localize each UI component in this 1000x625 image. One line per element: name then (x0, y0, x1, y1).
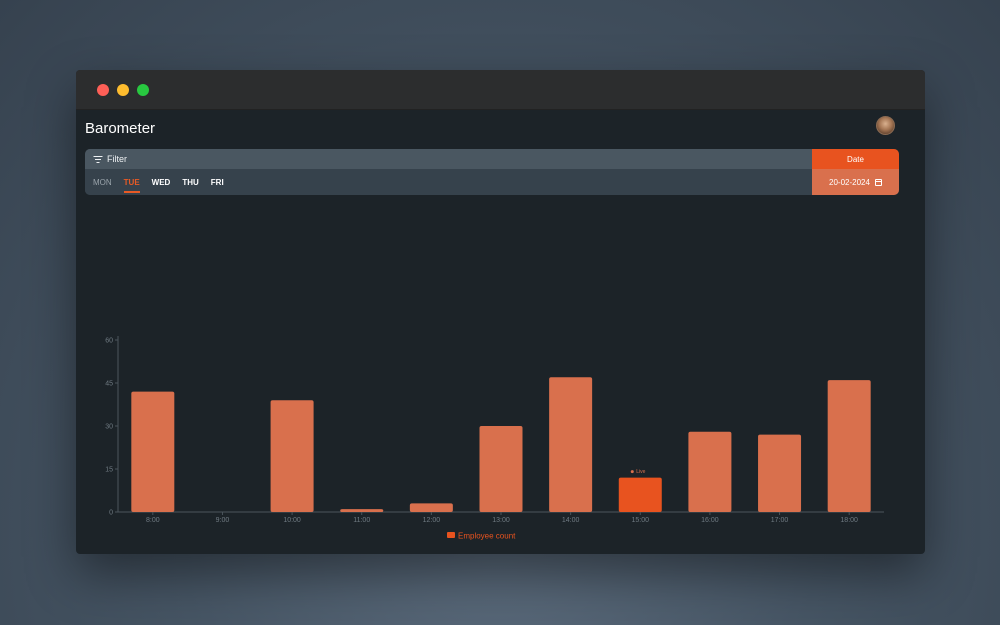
x-tick-label: 16:00 (701, 517, 719, 524)
x-tick-label: 9:00 (216, 517, 230, 524)
bar-live (618, 477, 662, 512)
x-tick-label: 12:00 (423, 517, 441, 524)
legend-label: Employee count (458, 532, 516, 541)
bar (758, 434, 802, 512)
y-tick-label: 45 (105, 381, 113, 388)
bar (479, 426, 523, 512)
app-window: Barometer Filter MON TUE WED THU FRI Dat… (76, 70, 925, 554)
x-tick-label: 11:00 (353, 517, 370, 524)
y-tick-label: 30 (105, 424, 113, 431)
y-tick-label: 0 (109, 510, 113, 517)
y-tick-label: 60 (105, 338, 113, 345)
bar (409, 503, 453, 512)
bar (131, 391, 175, 512)
live-label: Live (636, 469, 645, 475)
live-dot-icon (630, 470, 634, 474)
x-tick-label: 15:00 (632, 517, 650, 524)
bar (340, 509, 384, 512)
x-tick-label: 14:00 (562, 517, 580, 524)
legend-swatch (447, 532, 455, 538)
x-tick-label: 13:00 (492, 517, 510, 524)
employee-count-chart: 0 15 30 45 60 8:00 9:00 10:00 11:00 12:00 13:00 14:… (105, 336, 884, 541)
x-tick-label: 17:00 (771, 517, 789, 524)
bar (270, 400, 314, 512)
bar (827, 380, 871, 512)
bar (549, 377, 593, 512)
x-tick-label: 10:00 (283, 517, 301, 524)
y-tick-label: 15 (105, 467, 113, 474)
x-tick-label: 18:00 (840, 517, 858, 524)
x-tick-label: 8:00 (146, 517, 160, 524)
bar (688, 431, 732, 512)
